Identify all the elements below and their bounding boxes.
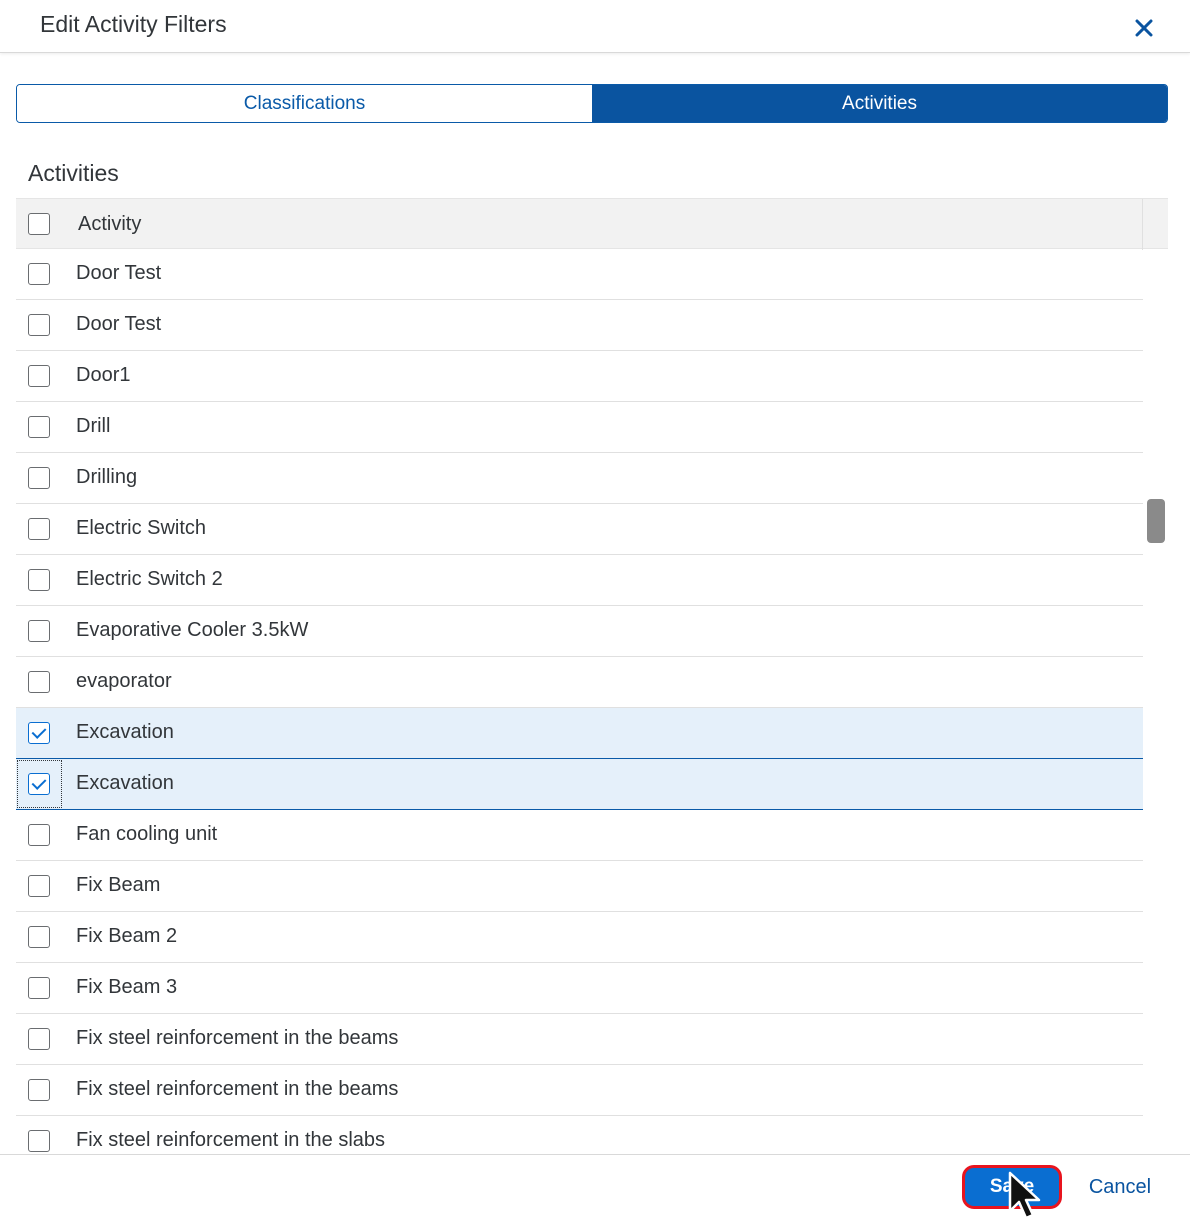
row-checkbox[interactable] xyxy=(28,1079,50,1101)
row-checkbox[interactable] xyxy=(28,875,50,897)
table-row[interactable]: Door Test xyxy=(16,300,1143,351)
view-switch: Classifications Activities xyxy=(16,84,1168,123)
table-row[interactable]: Drilling xyxy=(16,453,1143,504)
table-row[interactable]: Excavation xyxy=(16,759,1143,810)
dialog-footer: Save Cancel xyxy=(0,1154,1190,1229)
row-label: Door Test xyxy=(76,262,162,284)
select-all-checkbox[interactable] xyxy=(28,213,50,235)
table-row[interactable]: evaporator xyxy=(16,657,1143,708)
table-row[interactable]: Fix Beam 3 xyxy=(16,963,1143,1014)
row-label: Door1 xyxy=(76,364,131,386)
save-button[interactable]: Save xyxy=(962,1165,1062,1209)
table-row[interactable]: Fix steel reinforcement in the slabs xyxy=(16,1116,1143,1154)
row-checkbox[interactable] xyxy=(28,824,50,846)
row-label: evaporator xyxy=(76,670,172,692)
activities-table: Activity Door Test Door Test Door1 Drill Dri… xyxy=(16,198,1168,1154)
table-row[interactable]: Door1 xyxy=(16,351,1143,402)
row-checkbox[interactable] xyxy=(28,416,50,438)
row-checkbox[interactable] xyxy=(28,773,50,795)
row-label: Fix steel reinforcement in the beams xyxy=(76,1027,399,1049)
table-header: Activity xyxy=(16,198,1168,250)
close-icon[interactable] xyxy=(1130,14,1158,42)
cancel-button[interactable]: Cancel xyxy=(1080,1173,1160,1201)
row-label: Fix steel reinforcement in the slabs xyxy=(76,1129,386,1151)
scrollbar-thumb[interactable] xyxy=(1147,499,1165,543)
table-row[interactable]: Door Test xyxy=(16,249,1143,300)
row-label: Drill xyxy=(76,415,111,437)
row-checkbox[interactable] xyxy=(28,722,50,744)
row-checkbox[interactable] xyxy=(28,518,50,540)
table-row[interactable]: Fan cooling unit xyxy=(16,810,1143,861)
row-label: Drilling xyxy=(76,466,138,488)
row-checkbox[interactable] xyxy=(28,1130,50,1152)
row-checkbox[interactable] xyxy=(28,620,50,642)
tab-activities[interactable]: Activities xyxy=(592,85,1167,122)
row-checkbox[interactable] xyxy=(28,314,50,336)
row-checkbox[interactable] xyxy=(28,569,50,591)
row-label: Electric Switch xyxy=(76,517,207,539)
section-title: Activities xyxy=(28,160,119,186)
table-row[interactable]: Fix steel reinforcement in the beams xyxy=(16,1065,1143,1116)
row-label: Evaporative Cooler 3.5kW xyxy=(76,619,309,641)
table-row[interactable]: Electric Switch 2 xyxy=(16,555,1143,606)
dialog-title: Edit Activity Filters xyxy=(40,11,227,37)
table-row[interactable]: Fix steel reinforcement in the beams xyxy=(16,1014,1143,1065)
row-checkbox[interactable] xyxy=(28,977,50,999)
row-label: Fix steel reinforcement in the beams xyxy=(76,1078,399,1100)
row-checkbox[interactable] xyxy=(28,365,50,387)
table-row[interactable]: Evaporative Cooler 3.5kW xyxy=(16,606,1143,657)
row-checkbox[interactable] xyxy=(28,671,50,693)
table-body: Door Test Door Test Door1 Drill Drilling Elec… xyxy=(16,249,1143,1154)
table-row[interactable]: Drill xyxy=(16,402,1143,453)
row-label: Electric Switch 2 xyxy=(76,568,223,590)
row-label: Excavation xyxy=(76,721,174,743)
row-checkbox[interactable] xyxy=(28,1028,50,1050)
column-header-activity: Activity xyxy=(78,213,142,235)
row-label: Fix Beam xyxy=(76,874,161,896)
dialog-header: Edit Activity Filters xyxy=(0,0,1190,53)
row-label: Excavation xyxy=(76,772,174,794)
row-checkbox[interactable] xyxy=(28,926,50,948)
row-checkbox[interactable] xyxy=(28,467,50,489)
table-row[interactable]: Fix Beam 2 xyxy=(16,912,1143,963)
table-row[interactable]: Excavation xyxy=(16,708,1143,759)
row-label: Fan cooling unit xyxy=(76,823,218,845)
table-row[interactable]: Electric Switch xyxy=(16,504,1143,555)
row-label: Door Test xyxy=(76,313,162,335)
tab-classifications[interactable]: Classifications xyxy=(17,85,592,122)
row-checkbox[interactable] xyxy=(28,263,50,285)
row-label: Fix Beam 3 xyxy=(76,976,178,998)
row-label: Fix Beam 2 xyxy=(76,925,178,947)
column-divider xyxy=(1142,199,1143,250)
table-row[interactable]: Fix Beam xyxy=(16,861,1143,912)
